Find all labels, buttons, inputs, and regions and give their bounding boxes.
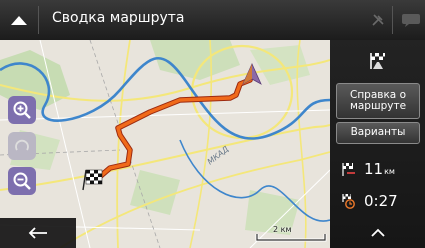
route-info-button[interactable]: Справка о маршруте [336,83,420,119]
flag-on-road-button[interactable] [330,40,425,80]
time-value: 0:27 [364,192,398,210]
time-stat: 0:27 [340,192,398,210]
distance-stat: 11 км [340,160,395,178]
chevron-up-icon [370,228,385,237]
distance-value: 11 [364,160,384,178]
flag-on-road-icon [369,53,385,69]
route-map[interactable]: МКАД [0,40,330,248]
distance-unit: км [384,167,395,176]
back-arrow-icon [28,227,47,239]
map-scale: 2 км [255,224,327,244]
route-panel: Справка о маршруте Варианты 11 км 0:27 [330,40,425,248]
top-bar: Сводка маршрута [0,0,425,40]
chat-bubble-icon[interactable] [399,8,423,32]
rotate-icon [15,139,29,151]
route-distance-icon [342,163,355,176]
scale-bar [255,234,327,242]
route-time-icon [342,194,355,209]
divider [38,6,39,34]
zoom-out-button[interactable] [8,167,36,195]
tools-icon[interactable] [366,8,390,32]
map-canvas: МКАД [0,40,330,248]
page-title: Сводка маршрута [52,10,185,26]
zoom-out-icon [13,172,31,190]
variants-button[interactable]: Варианты [336,122,420,144]
rotate-button[interactable] [8,132,36,160]
chevron-up-icon[interactable] [0,0,38,40]
expand-button[interactable] [330,218,425,248]
back-button[interactable] [0,218,76,248]
zoom-in-icon [13,101,31,119]
zoom-in-button[interactable] [8,96,36,124]
divider [392,6,393,34]
